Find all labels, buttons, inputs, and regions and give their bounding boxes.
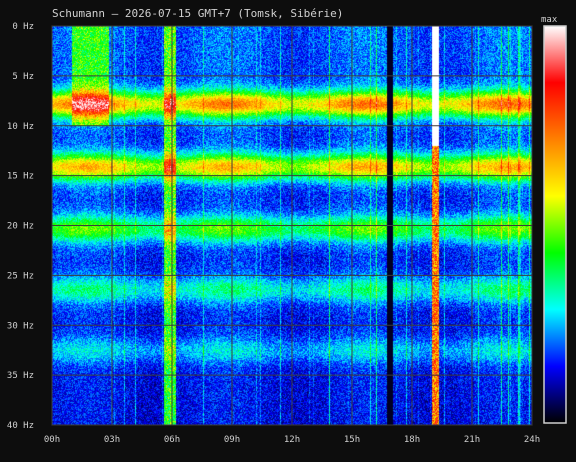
spectrogram-figure: Schumann – 2026-07-15 GMT+7 (Tomsk, Sibé…: [0, 0, 576, 458]
y-tick-label: 15 Hz: [7, 172, 34, 182]
y-tick-label: 40 Hz: [7, 421, 34, 431]
x-tick-label: 12h: [284, 435, 300, 445]
y-tick-label: 30 Hz: [7, 321, 34, 331]
x-tick-label: 03h: [104, 435, 120, 445]
x-axis: 00h 03h 06h 09h 12h 15h 18h 21h 24h: [44, 435, 540, 445]
colorbar-label: max: [541, 15, 558, 25]
x-tick-label: 00h: [44, 435, 60, 445]
y-tick-label: 25 Hz: [7, 271, 34, 281]
spectrogram-chart: Schumann – 2026-07-15 GMT+7 (Tomsk, Sibé…: [0, 0, 576, 458]
y-tick-label: 0 Hz: [12, 22, 34, 32]
chart-title: Schumann – 2026-07-15 GMT+7 (Tomsk, Sibé…: [52, 7, 343, 20]
x-tick-label: 09h: [224, 435, 240, 445]
x-tick-label: 18h: [404, 435, 420, 445]
y-tick-label: 35 Hz: [7, 371, 34, 381]
y-tick-label: 20 Hz: [7, 222, 34, 232]
x-tick-label: 06h: [164, 435, 180, 445]
x-tick-label: 24h: [524, 435, 540, 445]
y-tick-label: 10 Hz: [7, 122, 34, 132]
y-tick-label: 5 Hz: [12, 72, 34, 82]
colorbar-scale: [543, 25, 567, 424]
x-tick-label: 15h: [344, 435, 360, 445]
colorbar: [543, 25, 567, 424]
x-tick-label: 21h: [464, 435, 480, 445]
